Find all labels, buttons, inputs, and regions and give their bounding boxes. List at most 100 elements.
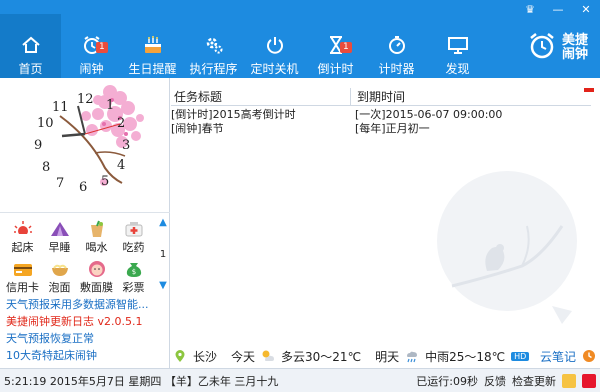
quick-apps: 起床 早睡 喝水 吃药 信用卡 泡面 敷面膜 $ 彩票 ▲ 1 ▼ (0, 212, 170, 294)
scroll-up-icon[interactable]: ▲ (159, 217, 167, 228)
clock-number: 12 (77, 92, 94, 107)
nav-label: 首页 (18, 62, 43, 76)
nav-timer[interactable]: 计时器 (366, 14, 427, 78)
brand-line1: 美捷 (561, 32, 588, 48)
clock-number: 1 (106, 98, 115, 113)
left-panel: 12 1 2 3 4 5 6 7 8 9 10 11 起床 早睡 喝水 吃药 信… (0, 78, 170, 368)
nav-run-program[interactable]: 执行程序 (183, 14, 244, 78)
clock-number: 9 (34, 138, 43, 153)
app-credit-card[interactable]: 信用卡 (4, 259, 41, 295)
cloud-note-link[interactable]: 云笔记 (540, 348, 576, 365)
col-header-due[interactable]: 到期时间 (351, 88, 405, 105)
status-bar: 5:21:19 2015年5月7日 星期四 【羊】乙未年 三月十九 已运行:09… (0, 368, 600, 392)
task-due: [每年]正月初一 (355, 122, 430, 135)
tomorrow-forecast: 中雨25～18℃ (425, 349, 506, 364)
weibo-icon[interactable] (582, 374, 596, 388)
weather-bar: 长沙 今天 多云30～21℃ 明天 中雨25～18℃ HD 云笔记 (171, 346, 600, 366)
location-pin-icon (173, 349, 187, 363)
version-label: v2.0.5.1 (97, 315, 143, 328)
news-list: 天气预报采用多数据源智能... 美捷闹钟更新日志 v2.0.5.1 天气预报恢复… (6, 296, 166, 364)
qzone-icon[interactable] (562, 374, 576, 388)
scroll-down-icon[interactable]: ▼ (159, 280, 167, 291)
skin-button[interactable]: ♛ (520, 2, 540, 16)
app-label: 吃药 (122, 241, 145, 254)
app-label: 敷面膜 (80, 281, 113, 294)
clock-number: 5 (101, 174, 110, 189)
col-header-title[interactable]: 任务标题 (171, 88, 351, 105)
app-instant-noodles[interactable]: 泡面 (41, 259, 78, 295)
news-link[interactable]: 美捷闹钟更新日志 v2.0.5.1 (6, 313, 166, 330)
task-due: [一次]2015-06-07 09:00:00 (355, 108, 503, 121)
app-face-mask[interactable]: 敷面膜 (78, 259, 115, 295)
brand-line2: 闹钟 (561, 46, 588, 62)
tomorrow-label: 明天 (375, 349, 400, 364)
top-toolbar: ♛ — ✕ 首页 1 闹钟 生日提醒 执行程序 定时关机 1 倒计时 计时器 发… (0, 0, 600, 78)
nav-countdown[interactable]: 1 倒计时 (305, 14, 366, 78)
history-icon[interactable] (582, 349, 596, 363)
datetime-display: 5:21:19 2015年5月7日 星期四 【羊】乙未年 三月十九 (4, 374, 279, 388)
table-row[interactable]: [闹钟]春节 [每年]正月初一 (171, 122, 591, 136)
brand-logo: 美捷 闹钟 (528, 32, 588, 63)
apps-scrollbar[interactable]: ▲ 1 ▼ (158, 217, 168, 291)
nav-shutdown[interactable]: 定时关机 (244, 14, 305, 78)
nav-label: 倒计时 (317, 62, 354, 76)
bird-watermark (432, 166, 582, 339)
app-label: 起床 (11, 241, 34, 254)
table-row[interactable]: [倒计时]2015高考倒计时 [一次]2015-06-07 09:00:00 (171, 108, 591, 122)
cake-icon (142, 34, 164, 56)
rain-icon (405, 349, 419, 363)
task-title: [闹钟]春节 (171, 122, 224, 135)
feedback-link[interactable]: 反馈 (484, 373, 506, 389)
app-take-medicine[interactable]: 吃药 (115, 219, 152, 255)
face-mask-icon (86, 259, 108, 279)
task-title: [倒计时]2015高考倒计时 (171, 108, 296, 121)
weather-city[interactable]: 长沙 (193, 348, 217, 365)
gears-icon (203, 34, 225, 56)
page-indicator: 1 (159, 248, 167, 260)
nav-label: 执行程序 (189, 62, 238, 76)
power-icon (264, 34, 286, 56)
clock-number: 11 (52, 100, 69, 115)
task-panel: 任务标题 到期时间 [倒计时]2015高考倒计时 [一次]2015-06-07 … (171, 78, 600, 368)
app-wake-up[interactable]: 起床 (4, 219, 41, 255)
analog-clock: 12 1 2 3 4 5 6 7 8 9 10 11 (0, 78, 170, 210)
news-link[interactable]: 天气预报恢复正常 (6, 330, 166, 347)
tent-icon (49, 219, 71, 239)
clock-number: 10 (37, 116, 54, 131)
noodle-bowl-icon (49, 259, 71, 279)
app-label: 泡面 (48, 281, 71, 294)
home-icon (20, 34, 42, 56)
today-label: 今天 (231, 349, 256, 364)
nav-alarm[interactable]: 1 闹钟 (61, 14, 122, 78)
nav-label: 发现 (445, 62, 470, 76)
clock-number: 4 (117, 158, 126, 173)
credit-card-icon (12, 259, 34, 279)
clock-number: 3 (122, 138, 131, 153)
news-link[interactable]: 10大奇特起床闹钟 (6, 347, 166, 364)
app-lottery[interactable]: $ 彩票 (115, 259, 152, 295)
nav-home[interactable]: 首页 (0, 14, 61, 78)
app-label: 喝水 (85, 241, 108, 254)
clock-number: 8 (42, 160, 51, 175)
clock-number: 2 (117, 116, 126, 131)
nav-birthday[interactable]: 生日提醒 (122, 14, 183, 78)
app-drink-water[interactable]: 喝水 (78, 219, 115, 255)
news-link[interactable]: 天气预报采用多数据源智能... (6, 296, 166, 313)
drink-icon (86, 219, 108, 239)
monitor-icon (447, 34, 469, 56)
app-label: 早睡 (48, 241, 71, 254)
app-sleep-early[interactable]: 早睡 (41, 219, 78, 255)
close-button[interactable]: ✕ (576, 2, 596, 16)
clock-number: 6 (79, 180, 88, 195)
svg-text:$: $ (131, 268, 135, 276)
app-label: 信用卡 (6, 281, 39, 294)
alarm-badge: 1 (96, 42, 108, 53)
sunrise-icon (12, 219, 34, 239)
window-controls: ♛ — ✕ (520, 2, 596, 16)
hd-badge[interactable]: HD (511, 351, 530, 361)
minimize-button[interactable]: — (548, 2, 568, 16)
table-header: 任务标题 到期时间 (171, 88, 591, 106)
nav-discover[interactable]: 发现 (427, 14, 488, 78)
stopwatch-icon (386, 34, 408, 56)
check-update-link[interactable]: 检查更新 (512, 373, 556, 389)
